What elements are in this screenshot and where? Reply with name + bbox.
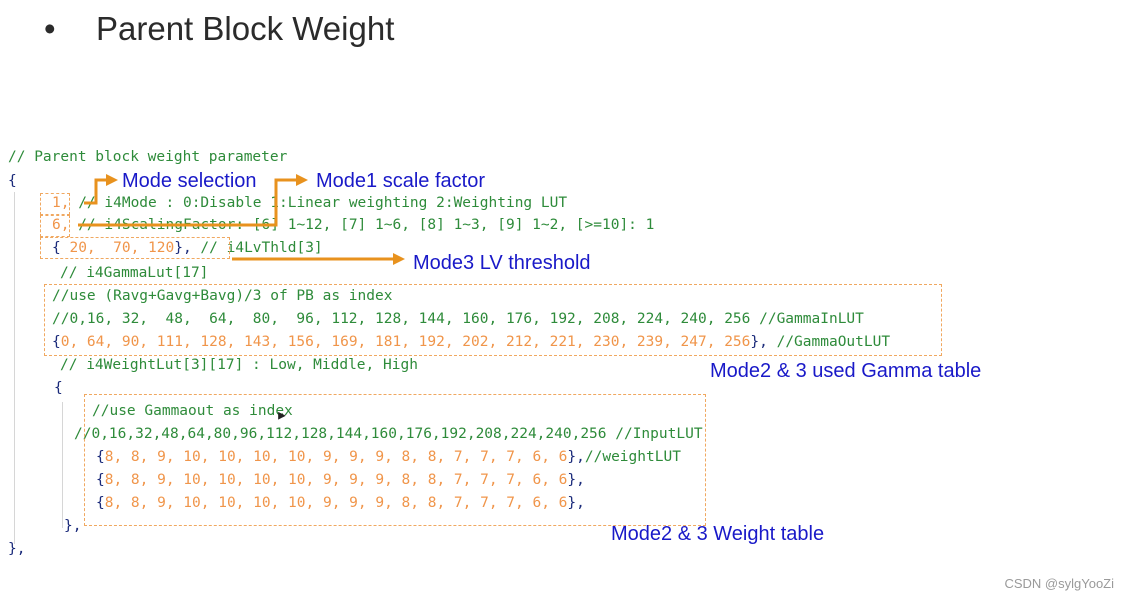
annotation-gamma-table: Mode2 & 3 used Gamma table [710, 360, 982, 382]
arrowhead-icon [106, 174, 118, 186]
annotation-mode3-lv: Mode3 LV threshold [413, 252, 591, 274]
mode-arrow [84, 178, 108, 205]
mouse-cursor-icon: ▸ [276, 402, 289, 426]
annotation-mode1-scale: Mode1 scale factor [316, 170, 485, 192]
annotation-arrows [78, 174, 405, 265]
annotation-weight-table: Mode2 & 3 Weight table [611, 523, 825, 545]
arrowhead-icon [393, 253, 405, 265]
annotation-mode-selection: Mode selection [122, 170, 257, 192]
arrowhead-icon [296, 174, 308, 186]
watermark: CSDN @sylgYooZi [1004, 576, 1114, 591]
